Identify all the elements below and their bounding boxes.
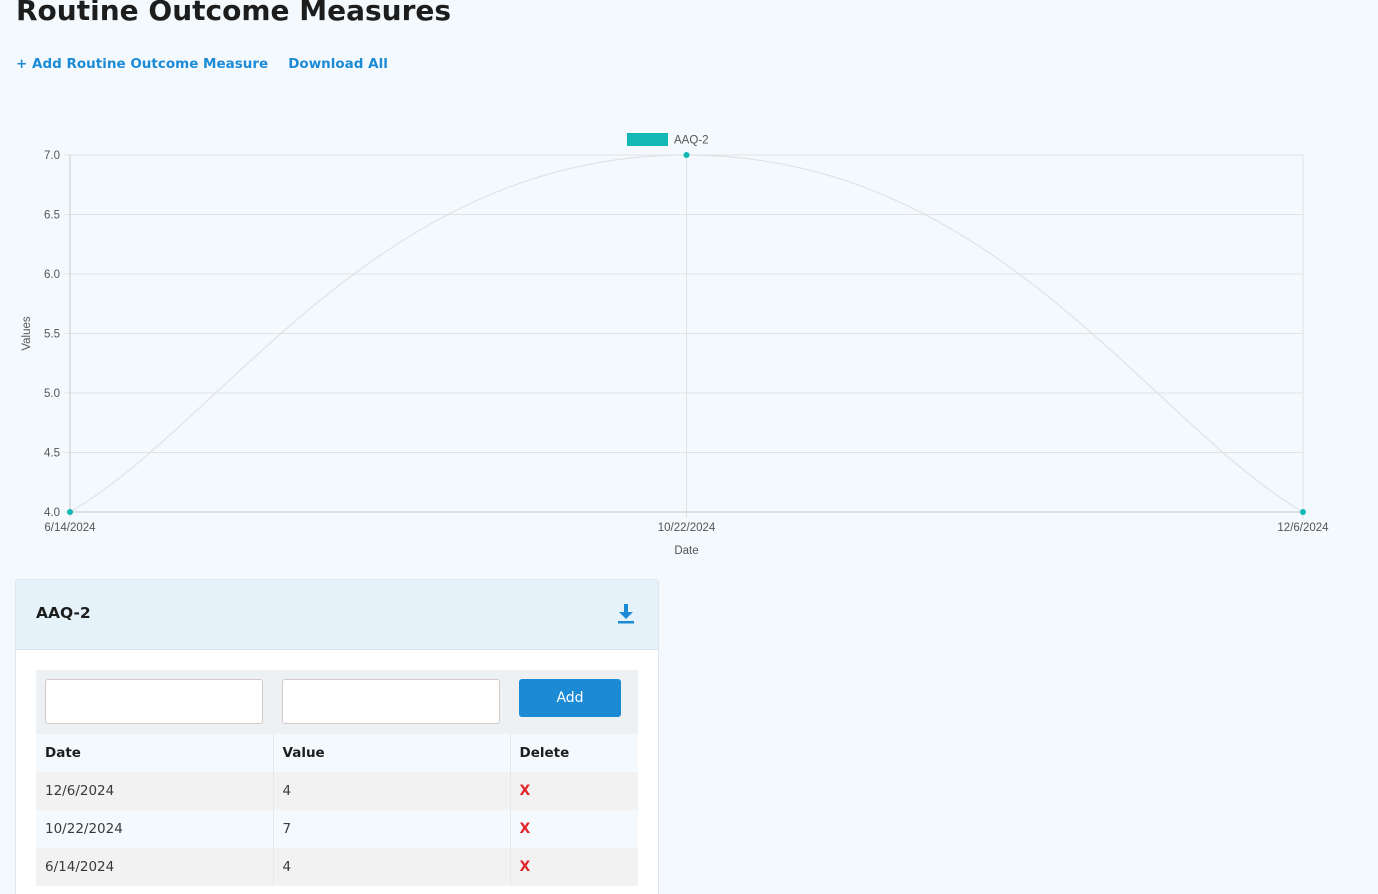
delete-button[interactable]: X xyxy=(520,821,531,837)
x-tick-label: 12/6/2024 xyxy=(1277,522,1329,534)
row-delete-cell: X xyxy=(510,772,638,810)
y-tick-label: 7.0 xyxy=(44,150,60,162)
y-tick-label: 5.0 xyxy=(44,388,60,400)
column-header-date: Date xyxy=(36,734,274,772)
download-icon[interactable] xyxy=(617,604,635,624)
y-axis-title: Values xyxy=(21,316,33,351)
row-value: 4 xyxy=(273,848,511,886)
row-date: 12/6/2024 xyxy=(36,772,274,810)
data-point[interactable] xyxy=(67,509,73,515)
page: Routine Outcome Measures + Add Routine O… xyxy=(0,0,1378,894)
delete-button[interactable]: X xyxy=(520,783,531,799)
page-title: Routine Outcome Measures xyxy=(16,0,452,27)
measure-table: Date Value Delete 12/6/2024 4 X 10/22/20… xyxy=(36,734,638,886)
legend-label[interactable]: AAQ-2 xyxy=(674,135,709,147)
delete-button[interactable]: X xyxy=(520,859,531,875)
x-tick-label: 10/22/2024 xyxy=(658,522,716,534)
y-tick-label: 6.0 xyxy=(44,269,60,281)
column-header-value: Value xyxy=(273,734,511,772)
add-routine-outcome-measure-link[interactable]: + Add Routine Outcome Measure xyxy=(16,56,268,72)
table-header-row: Date Value Delete xyxy=(36,734,638,772)
date-input[interactable] xyxy=(45,679,263,724)
add-button[interactable]: Add xyxy=(519,679,621,717)
data-point[interactable] xyxy=(683,152,690,158)
card-body: Add Date Value Delete 12/6/2024 4 X 10/2… xyxy=(36,670,638,886)
x-axis-title: Date xyxy=(674,545,698,557)
y-tick-label: 4.0 xyxy=(44,507,60,519)
row-date: 6/14/2024 xyxy=(36,848,274,886)
row-date: 10/22/2024 xyxy=(36,810,274,848)
measure-card: AAQ-2 Add Date Value Delete 12/6/2024 4 … xyxy=(15,579,659,894)
row-delete-cell: X xyxy=(510,810,638,848)
download-all-link[interactable]: Download All xyxy=(288,56,388,72)
row-value: 4 xyxy=(273,772,511,810)
table-row: 10/22/2024 7 X xyxy=(36,810,638,848)
x-tick-label: 6/14/2024 xyxy=(44,522,96,534)
row-delete-cell: X xyxy=(510,848,638,886)
outcome-chart: 4.0 4.5 5.0 5.5 6.0 6.5 7.0 6/14/2024 10/22/2024… xyxy=(21,133,1329,557)
value-input[interactable] xyxy=(282,679,500,724)
column-header-delete: Delete xyxy=(510,734,638,772)
page-actions: + Add Routine Outcome Measure Download A… xyxy=(16,56,388,72)
table-row: 6/14/2024 4 X xyxy=(36,848,638,886)
y-tick-label: 4.5 xyxy=(44,448,60,460)
table-row: 12/6/2024 4 X xyxy=(36,772,638,810)
row-value: 7 xyxy=(273,810,511,848)
y-tick-label: 6.5 xyxy=(44,210,60,222)
card-header: AAQ-2 xyxy=(16,580,658,650)
y-tick-label: 5.5 xyxy=(44,329,60,341)
legend-swatch[interactable] xyxy=(627,133,668,146)
card-title: AAQ-2 xyxy=(36,604,91,622)
entry-row: Add xyxy=(36,670,638,734)
data-point[interactable] xyxy=(1300,509,1306,515)
